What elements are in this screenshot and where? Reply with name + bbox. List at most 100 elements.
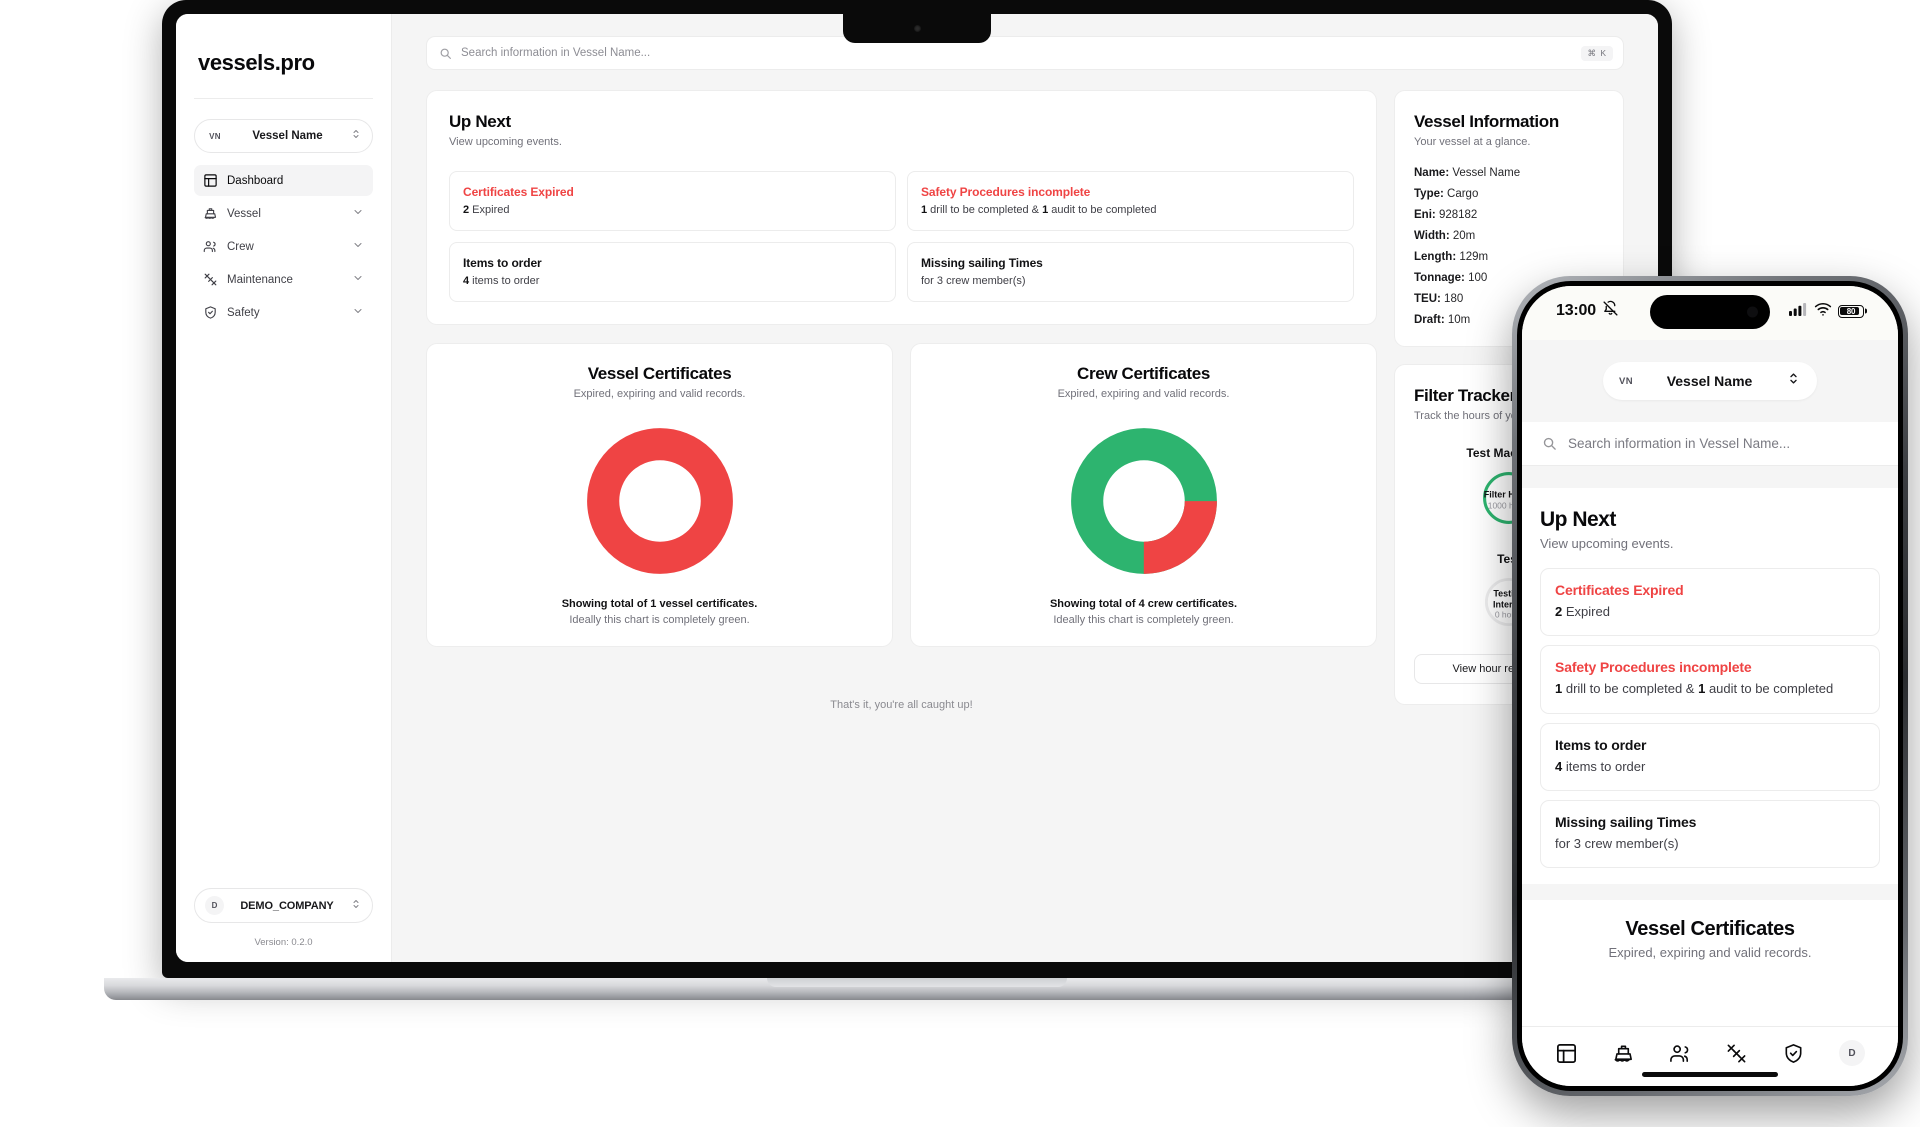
event-desc-text: drill to be completed &	[927, 203, 1043, 216]
company-switcher[interactable]: D DEMO_COMPANY	[194, 888, 373, 923]
vessel-info-value: 928182	[1438, 208, 1478, 221]
phone-up-next-section: Up Next View upcoming events. Certificat…	[1522, 488, 1898, 1026]
laptop-base	[104, 978, 1730, 1000]
chart-footer-sub: Ideally this chart is completely green.	[569, 613, 750, 626]
chevron-down-icon	[352, 272, 364, 287]
event-title: Safety Procedures incomplete	[921, 184, 1091, 199]
sidebar-item-maintenance[interactable]: Maintenance	[194, 264, 373, 295]
phone-up-next-subtitle: View upcoming events.	[1540, 536, 1674, 551]
laptop-base-notch	[767, 978, 1067, 987]
chart-title: Crew Certificates	[1077, 363, 1210, 383]
vessel-info-row: Name: Vessel Name	[1414, 167, 1604, 179]
status-left: 13:00	[1556, 300, 1619, 322]
sidebar-item-crew[interactable]: Crew	[194, 231, 373, 262]
event-desc-text: drill to be completed &	[1562, 681, 1699, 697]
vessel-info-value: Cargo	[1447, 187, 1479, 200]
phone-display: 13:00 80 VN Vessel Name Search informati…	[1522, 286, 1898, 1086]
chart-footer-main: Showing total of 4 crew certificates.	[1049, 597, 1238, 610]
phone-event-safety-procedures[interactable]: Safety Procedures incomplete 1 drill to …	[1540, 645, 1880, 714]
vessel-info-label: Length:	[1414, 250, 1457, 263]
vessel-info-value: 180	[1444, 292, 1464, 305]
sidebar-item-vessel[interactable]: Vessel	[194, 198, 373, 229]
dynamic-island	[1650, 295, 1770, 329]
event-title: Items to order	[1555, 736, 1647, 753]
tools-icon	[203, 272, 218, 287]
ship-icon	[203, 206, 218, 221]
chevron-down-icon	[352, 206, 364, 221]
chart-footer-sub: Ideally this chart is completely green.	[1053, 613, 1234, 626]
chevron-updown-icon	[350, 127, 362, 145]
dashboard-columns: Up Next View upcoming events. Certificat…	[392, 82, 1658, 711]
crew-certificates-donut	[1069, 426, 1219, 576]
tab-dashboard[interactable]	[1555, 1042, 1578, 1065]
sidebar-item-safety[interactable]: Safety	[194, 297, 373, 328]
tab-maintenance[interactable]	[1725, 1042, 1748, 1065]
cellular-signal-icon	[1789, 302, 1808, 321]
sidebar-item-label: Dashboard	[227, 174, 284, 187]
up-next-subtitle: View upcoming events.	[449, 136, 562, 148]
vessel-info-label: Width:	[1414, 229, 1450, 242]
vessel-info-row: Type: Cargo	[1414, 188, 1604, 200]
vessel-certificates-donut	[585, 426, 735, 576]
phone-event-certificates-expired[interactable]: Certificates Expired 2 Expired	[1540, 568, 1880, 637]
tab-crew[interactable]	[1669, 1042, 1692, 1065]
phone-events-list: Certificates Expired 2 Expired Safety Pr…	[1540, 568, 1880, 869]
wifi-icon	[1814, 302, 1832, 321]
chart-footer-main: Showing total of 1 vessel certificates.	[561, 597, 758, 610]
event-desc: 1 drill to be completed & 1 audit to be …	[921, 204, 1340, 216]
event-card-items-to-order[interactable]: Items to order 4 items to order	[449, 241, 896, 302]
status-right: 80	[1789, 302, 1864, 321]
sidebar: vessels.pro VN Vessel Name Dashboard Ves…	[176, 14, 392, 962]
tab-vessel[interactable]	[1612, 1042, 1635, 1065]
phone-search-bar[interactable]	[1522, 422, 1898, 466]
phone-section-gap-2	[1522, 884, 1898, 901]
search-input[interactable]	[461, 47, 1573, 59]
vessel-initials: VN	[1619, 375, 1633, 387]
vessel-info-label: Tonnage:	[1414, 271, 1465, 284]
vessel-info-label: Eni:	[1414, 208, 1436, 221]
home-indicator[interactable]	[1642, 1072, 1778, 1077]
phone-event-items-to-order[interactable]: Items to order 4 items to order	[1540, 722, 1880, 791]
event-card-safety-procedures[interactable]: Safety Procedures incomplete 1 drill to …	[907, 170, 1354, 231]
event-desc-text: items to order	[469, 274, 540, 287]
tab-account-avatar[interactable]: D	[1839, 1040, 1866, 1066]
tab-safety[interactable]	[1782, 1042, 1805, 1065]
camera-icon	[913, 25, 921, 32]
event-card-missing-sailing-times[interactable]: Missing sailing Times for 3 crew member(…	[907, 241, 1354, 302]
vessel-switcher[interactable]: VN Vessel Name	[194, 119, 373, 153]
vessel-info-row: Eni: 928182	[1414, 209, 1604, 221]
phone-event-missing-sailing-times[interactable]: Missing sailing Times for 3 crew member(…	[1540, 799, 1880, 869]
left-column: Up Next View upcoming events. Certificat…	[426, 90, 1377, 711]
donut-svg	[1070, 427, 1217, 574]
event-desc-text: Expired	[469, 203, 510, 216]
laptop-screen-shell: vessels.pro VN Vessel Name Dashboard Ves…	[162, 0, 1672, 978]
sidebar-nav: Dashboard Vessel Crew Maintenance Safety	[194, 165, 373, 328]
event-title: Certificates Expired	[463, 184, 574, 199]
chevron-down-icon	[352, 239, 364, 254]
event-desc-text: items to order	[1562, 758, 1646, 774]
phone-bezel: 13:00 80 VN Vessel Name Search informati…	[1517, 281, 1903, 1091]
event-desc: 4 items to order	[1555, 758, 1865, 775]
sidebar-item-label: Safety	[227, 306, 260, 319]
topbar: ⌘ K	[392, 14, 1658, 82]
search-icon	[439, 47, 452, 60]
event-desc: for 3 crew member(s)	[921, 274, 1026, 287]
vessel-certificates-chart-card: Vessel Certificates Expired, expiring an…	[426, 342, 893, 647]
phone-search-input[interactable]	[1568, 436, 1878, 451]
sidebar-item-dashboard[interactable]: Dashboard	[194, 165, 373, 196]
phone-section-gap	[1522, 466, 1898, 488]
front-camera-icon	[1747, 306, 1758, 318]
up-next-title: Up Next	[449, 112, 511, 131]
vessel-info-value: 129m	[1459, 250, 1489, 263]
event-desc: 2 Expired	[463, 204, 882, 216]
event-desc: 1 drill to be completed & 1 audit to be …	[1555, 680, 1865, 697]
event-desc-text-2: audit to be completed	[1705, 681, 1834, 697]
battery-icon: 80	[1838, 304, 1864, 318]
event-desc: 4 items to order	[463, 275, 882, 287]
phone-header: VN Vessel Name	[1522, 340, 1898, 422]
event-card-certificates-expired[interactable]: Certificates Expired 2 Expired	[449, 170, 896, 231]
phone-vessel-switcher[interactable]: VN Vessel Name	[1603, 362, 1817, 400]
search-bar[interactable]: ⌘ K	[426, 36, 1624, 70]
brand-logo: vessels.pro	[198, 50, 315, 75]
bell-slash-icon	[1602, 300, 1619, 322]
